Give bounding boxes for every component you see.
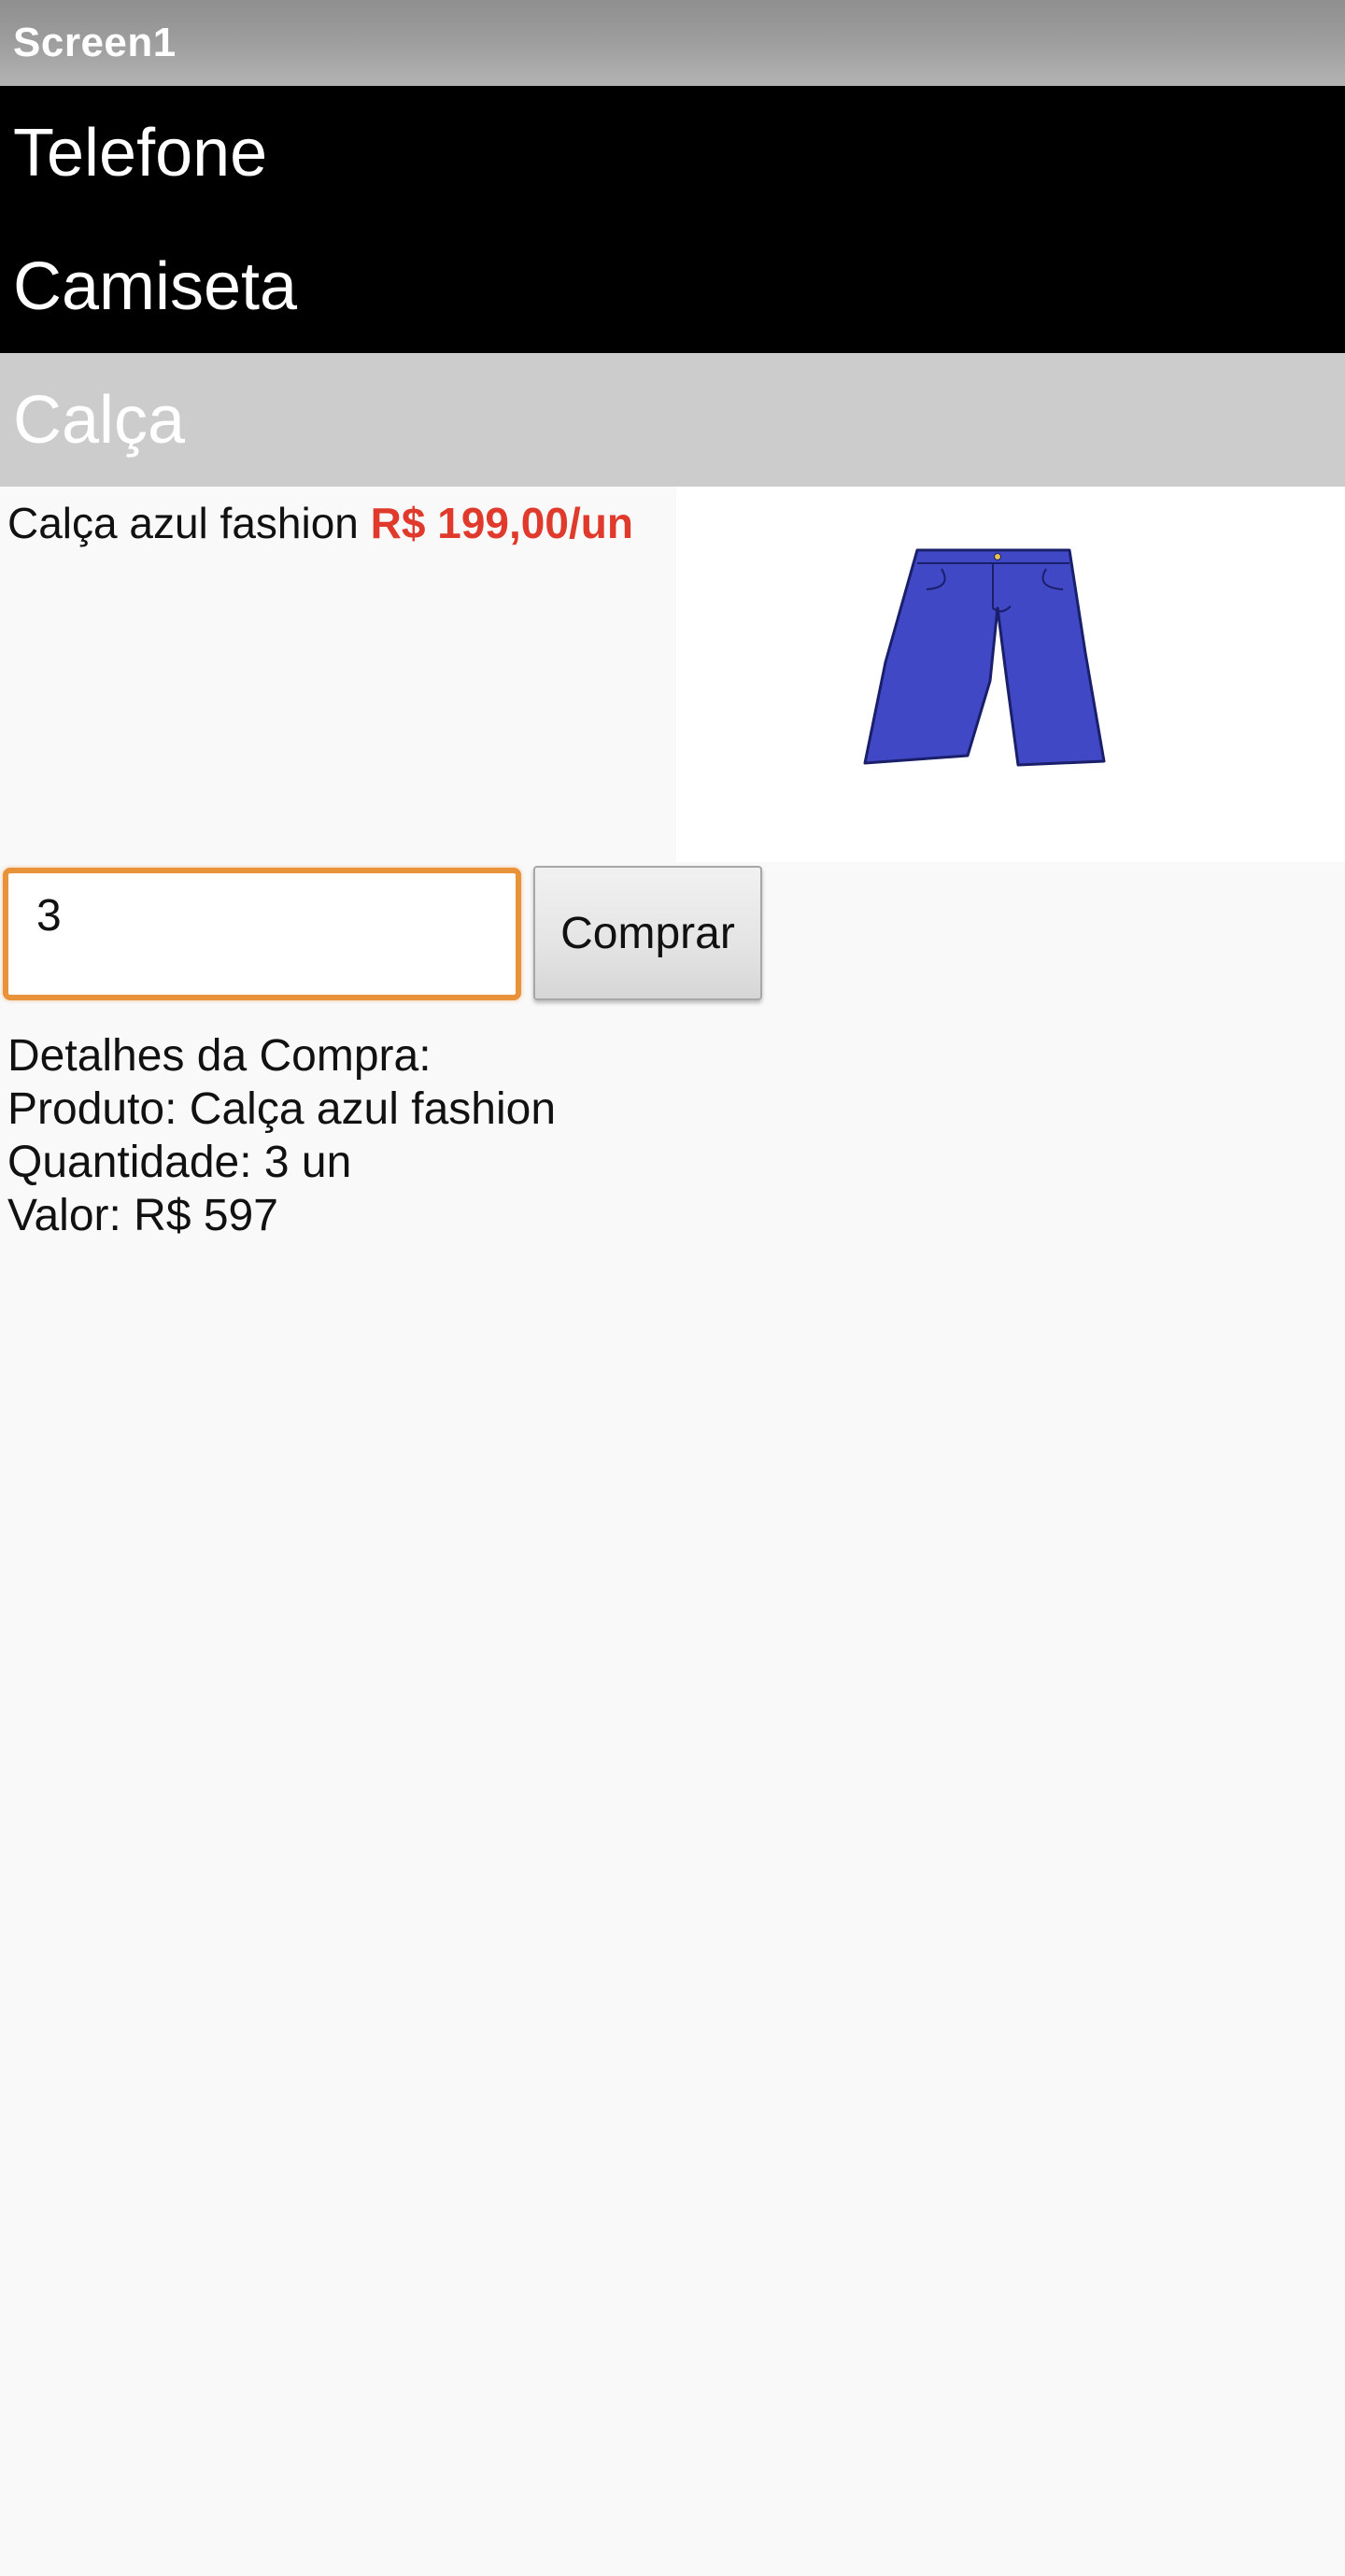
category-button-camiseta[interactable]: Camiseta bbox=[0, 219, 1345, 353]
details-heading: Detalhes da Compra: bbox=[7, 1031, 432, 1081]
category-button-calca[interactable]: Calça bbox=[0, 353, 1345, 487]
product-name: Calça azul fashion bbox=[7, 499, 359, 547]
window-title: Screen1 bbox=[13, 20, 177, 65]
jeans-icon bbox=[863, 548, 1106, 767]
quantity-input[interactable] bbox=[3, 868, 521, 1000]
purchase-details: Detalhes da Compra: Produto: Calça azul … bbox=[7, 1029, 556, 1242]
details-quantity-line: Quantidade: 3 un bbox=[7, 1138, 352, 1187]
product-price: R$ 199,00/un bbox=[370, 499, 633, 547]
title-bar: Screen1 bbox=[0, 0, 1345, 86]
buy-button[interactable]: Comprar bbox=[533, 866, 762, 1000]
details-product-line: Produto: Calça azul fashion bbox=[7, 1084, 557, 1134]
product-image bbox=[676, 487, 1345, 862]
product-info: Calça azul fashion R$ 199,00/un bbox=[0, 487, 676, 862]
category-button-telefone[interactable]: Telefone bbox=[0, 86, 1345, 219]
product-row: Calça azul fashion R$ 199,00/un bbox=[0, 487, 1345, 862]
details-value-line: Valor: R$ 597 bbox=[7, 1191, 278, 1240]
